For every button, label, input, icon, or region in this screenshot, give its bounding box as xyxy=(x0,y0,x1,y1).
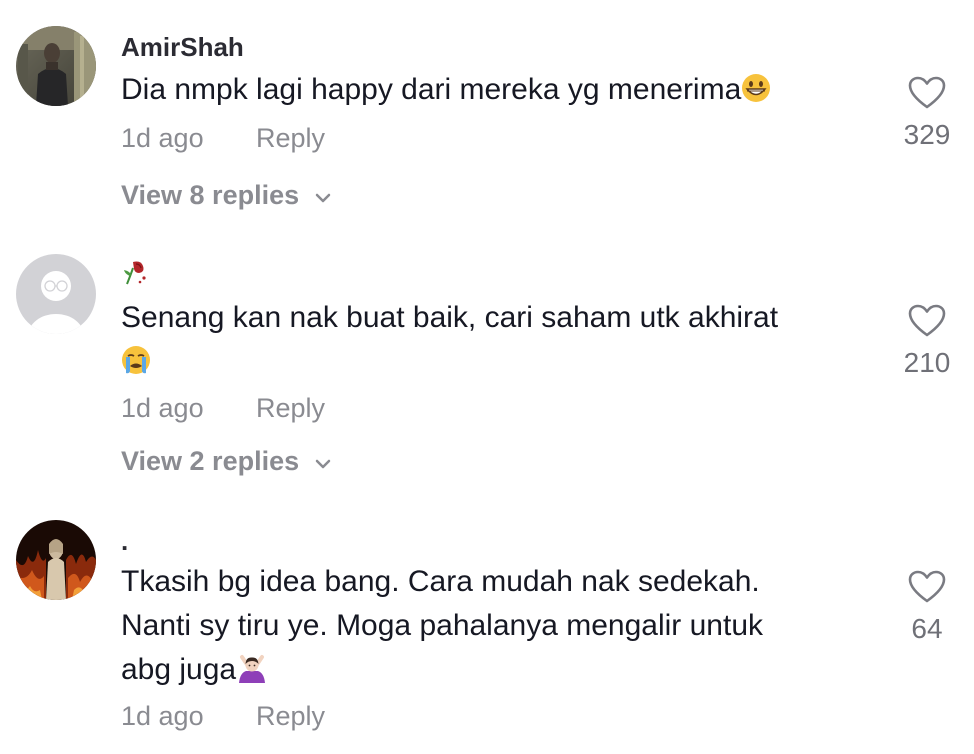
comment-username[interactable]: . xyxy=(121,526,128,557)
heart-icon[interactable] xyxy=(894,570,960,609)
comment-text-line: Nanti sy tiru ye. Moga pahalanya mengali… xyxy=(121,609,764,642)
comment-text: Tkasih bg idea bang. Cara mudah nak sede… xyxy=(121,560,881,696)
person-gesturing-no-emoji xyxy=(236,652,268,696)
avatar[interactable] xyxy=(16,520,96,600)
fire-photo-avatar xyxy=(16,520,96,600)
comment-text-line: abg juga xyxy=(121,653,237,686)
reply-button[interactable]: Reply xyxy=(256,701,325,732)
like-count: 64 xyxy=(911,613,943,644)
comment-text-line: Tkasih bg idea bang. Cara mudah nak sede… xyxy=(121,565,760,598)
like-area: 64 xyxy=(894,570,960,645)
comment-item: . Tkasih bg idea bang. Cara mudah nak se… xyxy=(0,0,974,754)
comment-timestamp: 1d ago xyxy=(121,701,204,731)
comment-meta: 1d ago Reply xyxy=(121,701,325,732)
